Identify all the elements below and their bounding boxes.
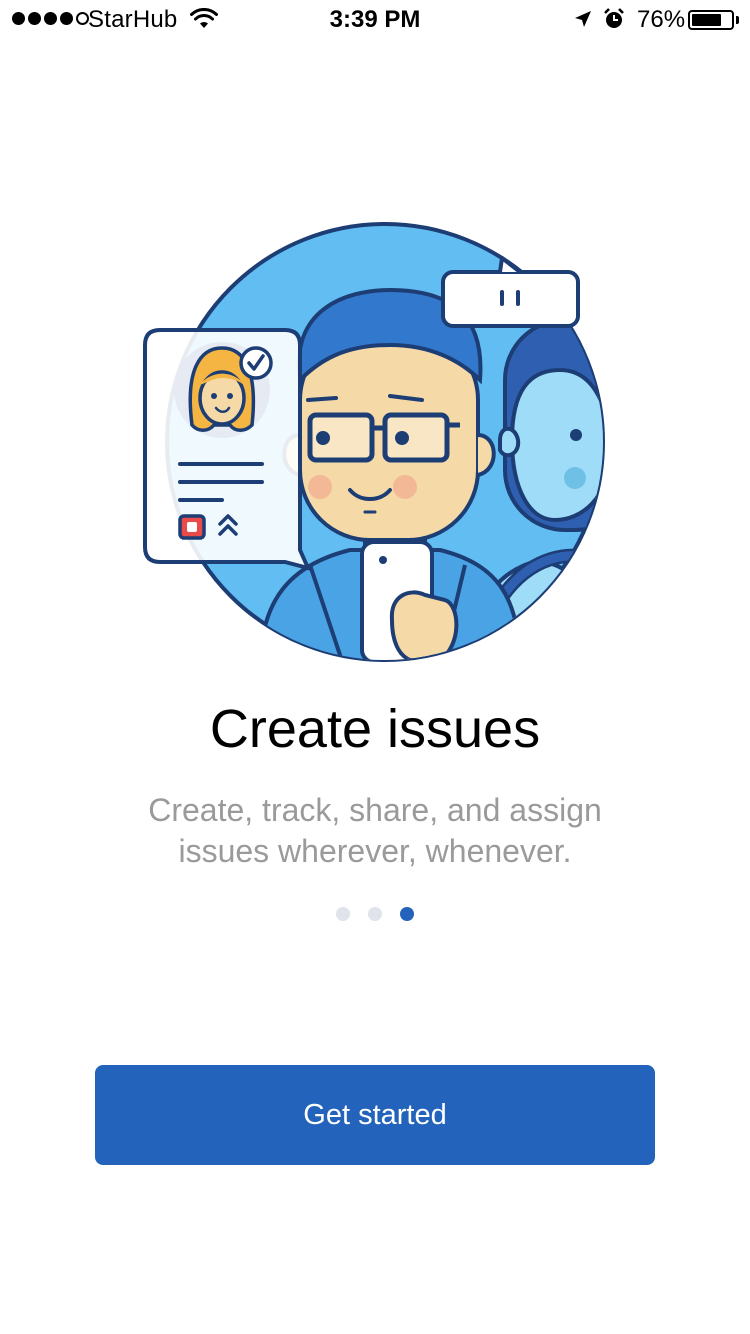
- get-started-button[interactable]: Get started: [95, 1065, 655, 1165]
- page-dot-3-active[interactable]: [400, 907, 414, 921]
- battery-icon: [688, 10, 734, 30]
- page-indicator[interactable]: [0, 907, 750, 921]
- issue-card: [143, 328, 312, 571]
- page-dot-2[interactable]: [368, 907, 382, 921]
- alarm-icon: [604, 8, 624, 28]
- battery-percentage: 76%: [637, 6, 686, 33]
- page-subtitle: Create, track, share, and assign issues …: [148, 792, 602, 869]
- battery-level-fill: [692, 14, 721, 26]
- battery-cap: [736, 16, 739, 24]
- page-title: Create issues: [209, 699, 541, 759]
- checkmark-icon: [239, 346, 273, 380]
- location-arrow-icon: [575, 11, 591, 27]
- page-dot-1[interactable]: [336, 907, 350, 921]
- onboarding-illustration: [143, 222, 605, 662]
- status-bar: StarHub 3:39 PM 76%: [0, 0, 750, 40]
